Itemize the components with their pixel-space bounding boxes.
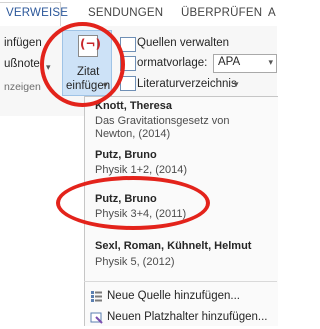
highlight-circle [56,176,210,230]
chevron-down-icon: ▾ [268,57,273,67]
manage-sources-button[interactable]: Quellen verwalten [137,37,229,49]
new-source-button[interactable]: Neue Quelle hinzufügen... [107,290,240,302]
new-placeholder-icon [90,311,103,324]
new-source-icon [90,290,103,303]
style-label: ormatvorlage: [137,57,208,69]
citation-item-detail[interactable]: Physik 1+2, (2014) [95,164,187,176]
citation-item-detail[interactable]: Newton, (2014) [95,128,170,140]
next-footnote-label[interactable]: ußnote [4,58,40,70]
citation-item-author[interactable]: Knott, Theresa [95,100,172,112]
citation-item-author[interactable]: Sexl, Roman, Kühnelt, Helmut [95,240,251,252]
insert-footnote-label[interactable]: infügen [4,37,42,49]
citation-item-detail[interactable]: Das Gravitationsgesetz von [95,115,230,127]
style-select-value: APA [218,56,241,68]
menu-separator [84,281,277,282]
new-placeholder-button[interactable]: Neuen Platzhalter hinzufügen... [107,311,267,323]
citation-item-detail[interactable]: Physik 5, (2012) [95,256,174,268]
tab-verweise[interactable]: VERWEISE [6,7,68,19]
show-notes-label[interactable]: nzeigen [4,81,41,93]
chevron-down-icon[interactable]: ▾ [234,79,239,90]
tab-ueberpruefen[interactable]: ÜBERPRÜFEN [181,7,262,19]
tab-sendungen[interactable]: SENDUNGEN [88,7,163,19]
citation-item-author[interactable]: Putz, Bruno [95,149,157,161]
bibliography-button[interactable]: Literaturverzeichnis [137,78,237,90]
highlight-circle [40,22,125,107]
tab-more[interactable]: A [268,7,276,19]
style-select[interactable]: APA ▾ [213,54,277,73]
